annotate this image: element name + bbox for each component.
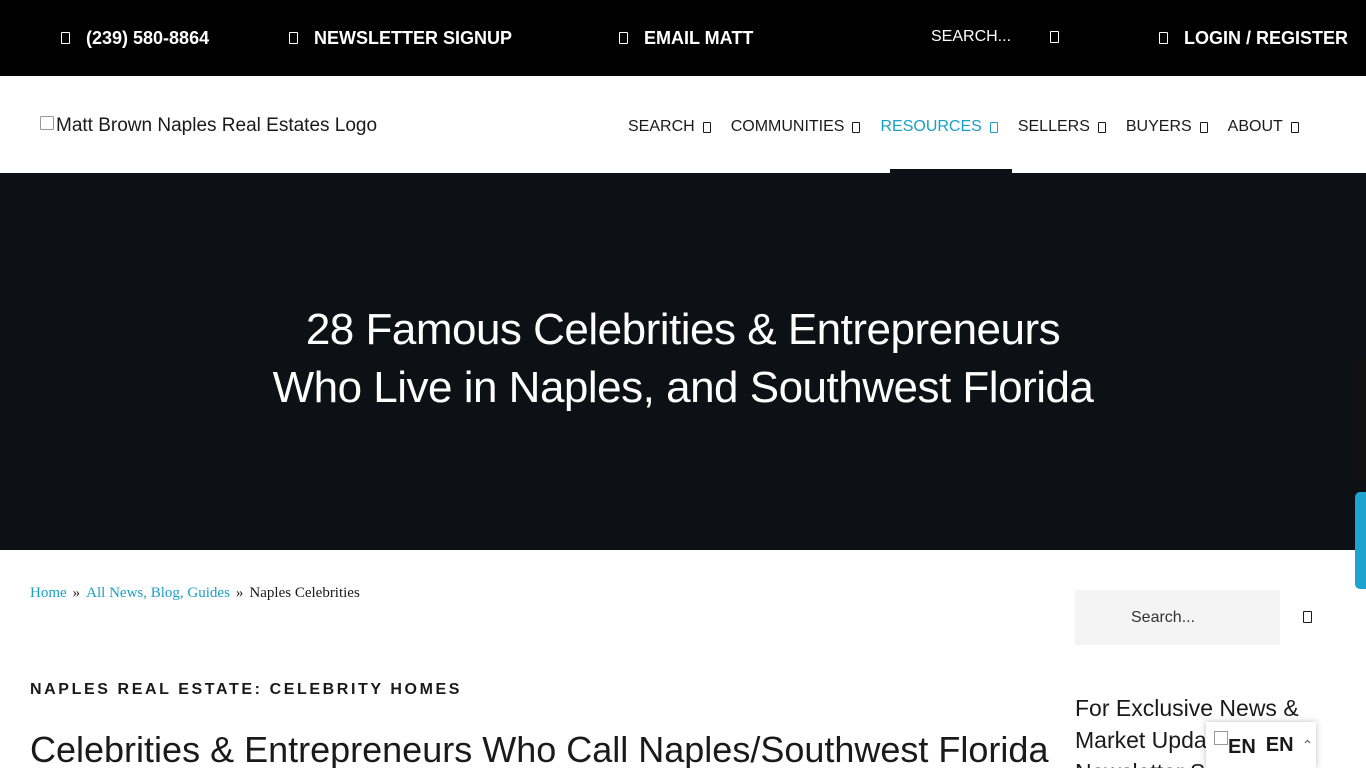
site-header: Matt Brown Naples Real Estates Logo SEAR… (0, 76, 1366, 173)
logo-alt-text: Matt Brown Naples Real Estates Logo (56, 115, 378, 136)
nav-item-about[interactable]: ABOUT (1228, 118, 1299, 136)
broken-image-icon (40, 116, 54, 130)
nav-item-buyers[interactable]: BUYERS (1126, 118, 1208, 136)
chevron-down-icon (1199, 121, 1208, 133)
phone-number: (239) 580-8864 (86, 27, 210, 48)
breadcrumb-blog[interactable]: All News, Blog, Guides (86, 585, 230, 601)
nav-label: COMMUNITIES (730, 118, 845, 135)
hero-title-line-2: Who Live in Naples, and Southwest Florid… (272, 363, 1094, 412)
site-logo[interactable]: Matt Brown Naples Real Estates Logo (40, 115, 377, 137)
chevron-up-icon: ⌃ (1301, 736, 1314, 753)
nav-item-sellers[interactable]: SELLERS (1018, 118, 1106, 136)
top-bar: (239) 580-8864 NEWSLETTER SIGNUP EMAIL M… (0, 0, 1366, 76)
nav-item-search[interactable]: SEARCH (628, 118, 711, 136)
article-heading: Celebrities & Entrepreneurs Who Call Nap… (30, 729, 1049, 768)
flag-icon: EN (1214, 731, 1256, 759)
nav-label: RESOURCES (880, 118, 982, 135)
phone-link[interactable]: (239) 580-8864 (61, 27, 209, 49)
phone-icon (61, 32, 70, 44)
nav-item-resources[interactable]: RESOURCES (880, 118, 998, 136)
sidebar-search-input[interactable] (1075, 590, 1280, 645)
email-matt-link[interactable]: EMAIL MATT (619, 27, 753, 49)
flag-alt-text: EN (1228, 736, 1256, 758)
breadcrumb: Home » All News, Blog, Guides » Naples Celeb… (30, 585, 360, 602)
email-label: EMAIL MATT (644, 27, 754, 48)
user-icon (1159, 32, 1168, 44)
side-tab-dark[interactable] (1355, 359, 1366, 481)
language-code: EN (1265, 733, 1294, 756)
breadcrumb-separator: » (235, 585, 244, 601)
chevron-down-icon (1290, 121, 1299, 133)
language-switcher[interactable]: EN EN ⌃ (1206, 722, 1316, 768)
sidebar-search (1075, 590, 1280, 645)
chevron-down-icon (1097, 121, 1106, 133)
nav-label: SEARCH (628, 118, 695, 135)
search-icon[interactable] (1303, 611, 1312, 623)
breadcrumb-separator: » (72, 585, 81, 601)
nav-label: ABOUT (1227, 118, 1283, 135)
nav-label: BUYERS (1125, 118, 1192, 135)
search-icon[interactable] (1050, 31, 1059, 43)
chevron-down-icon (989, 121, 998, 133)
main-nav: SEARCH COMMUNITIES RESOURCES SELLERS BUY… (628, 118, 1319, 136)
newsletter-label: NEWSLETTER SIGNUP (314, 27, 513, 48)
login-register-link[interactable]: LOGIN / REGISTER (1159, 27, 1348, 49)
nav-label: SELLERS (1017, 118, 1090, 135)
hero-banner: 28 Famous Celebrities & Entrepreneurs Wh… (0, 173, 1366, 550)
newsletter-icon (289, 32, 298, 44)
breadcrumb-home[interactable]: Home (30, 585, 67, 601)
breadcrumb-current: Naples Celebrities (249, 585, 360, 601)
article-kicker: NAPLES REAL ESTATE: CELEBRITY HOMES (30, 681, 463, 698)
chevron-down-icon (852, 121, 861, 133)
chevron-down-icon (702, 121, 711, 133)
top-search-input[interactable]: SEARCH... (931, 28, 1011, 46)
hero-title-line-1: 28 Famous Celebrities & Entrepreneurs (305, 305, 1061, 354)
login-label: LOGIN / REGISTER (1184, 27, 1349, 48)
email-icon (619, 32, 628, 44)
newsletter-signup-link[interactable]: NEWSLETTER SIGNUP (289, 27, 512, 49)
broken-image-icon (1214, 731, 1228, 745)
side-tab-contact[interactable] (1355, 492, 1366, 589)
hero-title: 28 Famous Celebrities & Entrepreneurs Wh… (0, 301, 1366, 417)
nav-item-communities[interactable]: COMMUNITIES (731, 118, 861, 136)
